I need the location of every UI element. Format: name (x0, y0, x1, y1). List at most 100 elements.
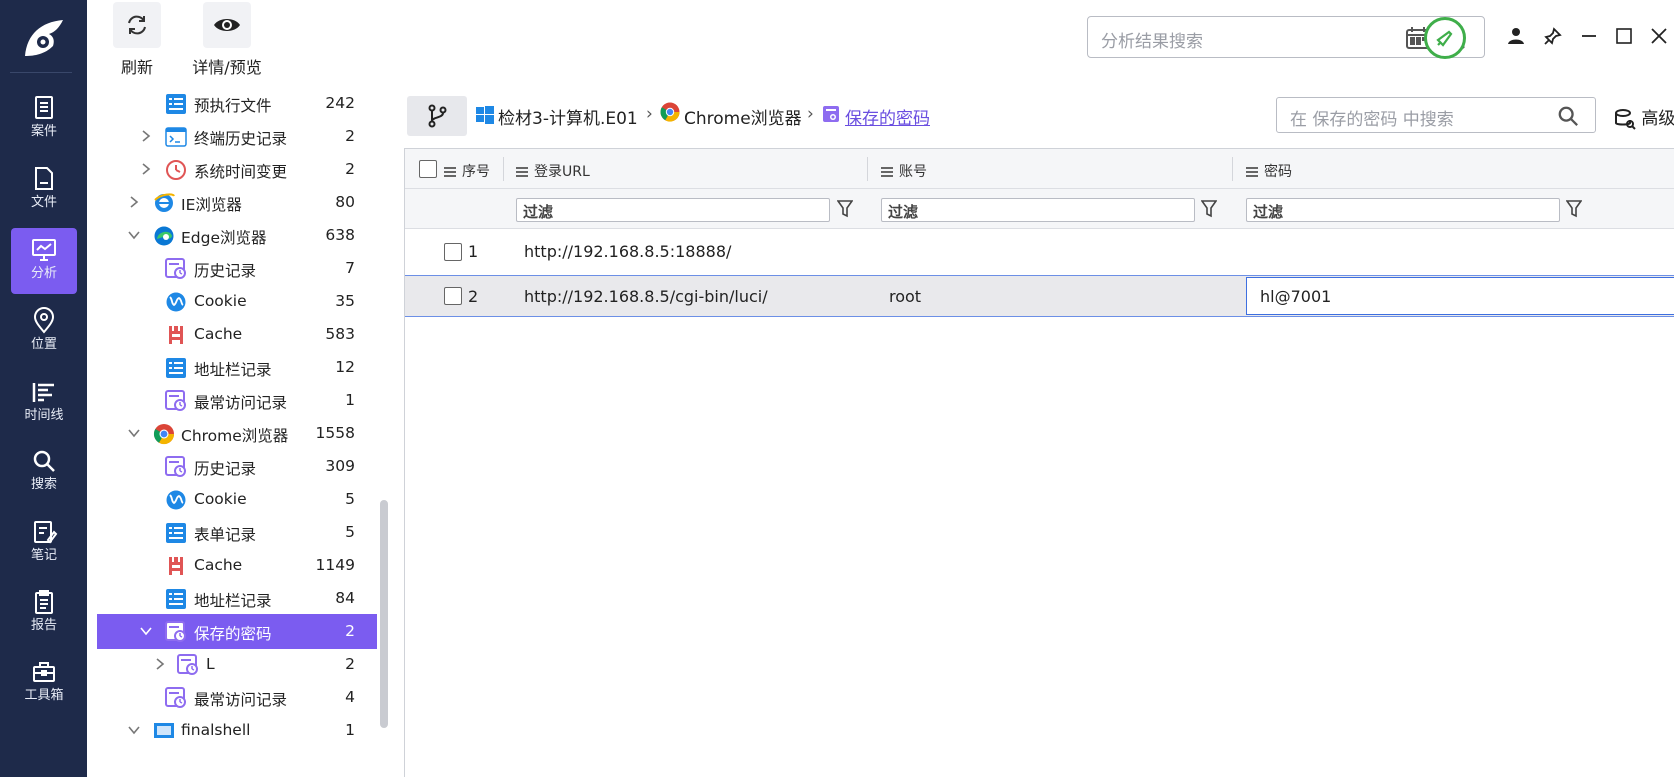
sync-status-button[interactable] (1424, 17, 1466, 59)
tree-item[interactable]: Edge浏览器 638 (97, 218, 377, 253)
row-checkbox[interactable] (444, 243, 462, 261)
nav-label: 笔记 (30, 548, 57, 563)
branch-toggle-button[interactable] (407, 96, 467, 136)
maximize-button[interactable] (1612, 24, 1636, 48)
nav-search[interactable]: 搜索 (11, 439, 77, 505)
tree-item[interactable]: finalshell 1 (97, 713, 377, 748)
tree-item[interactable]: IE浏览器 80 (97, 185, 377, 220)
tree-item[interactable]: 系统时间变更 2 (97, 152, 377, 187)
column-header-url[interactable]: 登录URL (516, 161, 590, 181)
filter-icon[interactable] (1201, 200, 1217, 218)
tree-item[interactable]: 地址栏记录 84 (97, 581, 377, 616)
tree-item[interactable]: 预执行文件 242 (97, 86, 377, 121)
history-icon (165, 258, 187, 280)
tree-item[interactable]: 地址栏记录 12 (97, 350, 377, 385)
chevron-right-icon[interactable] (127, 195, 141, 209)
tree-item-selected[interactable]: 保存的密码 2 (97, 614, 377, 649)
account-filter-input[interactable]: 过滤 (881, 198, 1195, 222)
branch-icon (428, 104, 447, 128)
tree-item[interactable]: Cache 1149 (97, 548, 377, 583)
url-filter-input[interactable]: 过滤 (516, 198, 830, 222)
nav-notes[interactable]: 笔记 (11, 510, 77, 576)
tree-item[interactable]: 历史记录 7 (97, 251, 377, 286)
select-all-checkbox[interactable] (419, 160, 437, 178)
tree-scrollbar-thumb[interactable] (380, 500, 388, 728)
history-icon (165, 456, 187, 478)
nav-file[interactable]: 文件 (11, 157, 77, 223)
table-row-selected[interactable]: 2 http://192.168.8.5/cgi-bin/luci/ root … (405, 275, 1674, 317)
minimize-icon (1582, 35, 1596, 37)
tree-item-label: 终端历史记录 (194, 130, 288, 148)
tree-item[interactable]: 表单记录 5 (97, 515, 377, 550)
left-nav: 案件 文件 分析 位置 时间线 搜索 笔记 报告 工具箱 (0, 0, 87, 777)
filter-icon[interactable] (1566, 200, 1582, 218)
column-header-index[interactable]: 序号 (444, 161, 490, 181)
column-header-password[interactable]: 密码 (1246, 161, 1292, 181)
column-label: 登录URL (534, 164, 590, 180)
chevron-right-icon[interactable] (139, 129, 153, 143)
list-icon (165, 522, 187, 544)
tree-item[interactable]: 最常访问记录 4 (97, 680, 377, 715)
tree-item-label: 表单记录 (194, 526, 257, 544)
row-checkbox[interactable] (444, 287, 462, 305)
tree-item[interactable]: 最常访问记录 1 (97, 383, 377, 418)
chevron-down-icon[interactable] (139, 624, 153, 638)
tree-item[interactable]: Chrome浏览器 1558 (97, 416, 377, 451)
minimize-button[interactable] (1577, 24, 1601, 48)
tree-item[interactable]: 历史记录 309 (97, 449, 377, 484)
chevron-down-icon[interactable] (127, 723, 141, 737)
breadcrumb-item-current[interactable]: 保存的密码 (845, 104, 930, 129)
cache-icon (165, 555, 187, 577)
tree-item[interactable]: Cookie 5 (97, 482, 377, 517)
analysis-icon (32, 239, 56, 261)
cookie-icon (165, 291, 187, 313)
search-icon[interactable] (1557, 105, 1579, 127)
chevron-right-icon[interactable] (139, 162, 153, 176)
case-icon (35, 96, 53, 119)
tree-item[interactable]: 终端历史记录 2 (97, 119, 377, 154)
column-menu-icon[interactable] (881, 167, 893, 177)
tree-item-count: 2 (345, 127, 355, 145)
local-search-placeholder: 在 保存的密码 中搜索 (1290, 110, 1454, 130)
pin-window-button[interactable] (1541, 24, 1565, 48)
cell-password-focused[interactable]: hl@7001 (1246, 277, 1674, 315)
user-button[interactable] (1504, 24, 1528, 48)
breadcrumb-item[interactable]: Chrome浏览器 (684, 104, 802, 129)
column-menu-icon[interactable] (1246, 167, 1258, 177)
cell-password: hl@7001 (1260, 287, 1332, 306)
nav-timeline[interactable]: 时间线 (11, 370, 77, 436)
chevron-down-icon[interactable] (127, 426, 141, 440)
nav-toolbox[interactable]: 工具箱 (11, 650, 77, 716)
column-menu-icon[interactable] (516, 167, 528, 177)
advanced-search-button[interactable]: 高级 (1614, 104, 1674, 130)
nav-label: 搜索 (30, 477, 57, 492)
nav-analysis[interactable]: 分析 (11, 228, 77, 294)
user-icon (1508, 28, 1524, 44)
breadcrumb-separator: › (646, 104, 653, 124)
nav-label: 时间线 (24, 408, 64, 423)
table-row[interactable]: 1 http://192.168.8.5:18888/ (405, 231, 1674, 273)
filter-icon[interactable] (837, 200, 853, 218)
tree-item-label: 地址栏记录 (194, 592, 272, 610)
close-button[interactable] (1647, 24, 1671, 48)
chevron-down-icon[interactable] (127, 228, 141, 242)
nav-label: 报告 (30, 618, 57, 633)
nav-location[interactable]: 位置 (11, 299, 77, 365)
breadcrumb-item[interactable]: 检材3-计算机.E01 (498, 104, 638, 129)
nav-report[interactable]: 报告 (11, 580, 77, 646)
password-filter-input[interactable]: 过滤 (1246, 198, 1560, 222)
column-menu-icon[interactable] (444, 167, 456, 177)
chevron-right-icon[interactable] (153, 657, 167, 671)
refresh-button[interactable]: 刷新 (112, 2, 162, 78)
column-header-account[interactable]: 账号 (881, 161, 927, 181)
local-search-input[interactable]: 在 保存的密码 中搜索 (1276, 97, 1596, 133)
tree-item[interactable]: Cookie 35 (97, 284, 377, 319)
tree-item-count: 4 (345, 688, 355, 706)
tree-item[interactable]: Cache 583 (97, 317, 377, 352)
cell-index: 2 (468, 287, 479, 306)
preview-button[interactable]: 详情/预览 (177, 2, 277, 78)
tree-item-label: 预执行文件 (194, 97, 272, 115)
nav-case[interactable]: 案件 (11, 86, 77, 152)
tree-item[interactable]: L2 (97, 647, 377, 682)
search-icon (33, 450, 55, 472)
